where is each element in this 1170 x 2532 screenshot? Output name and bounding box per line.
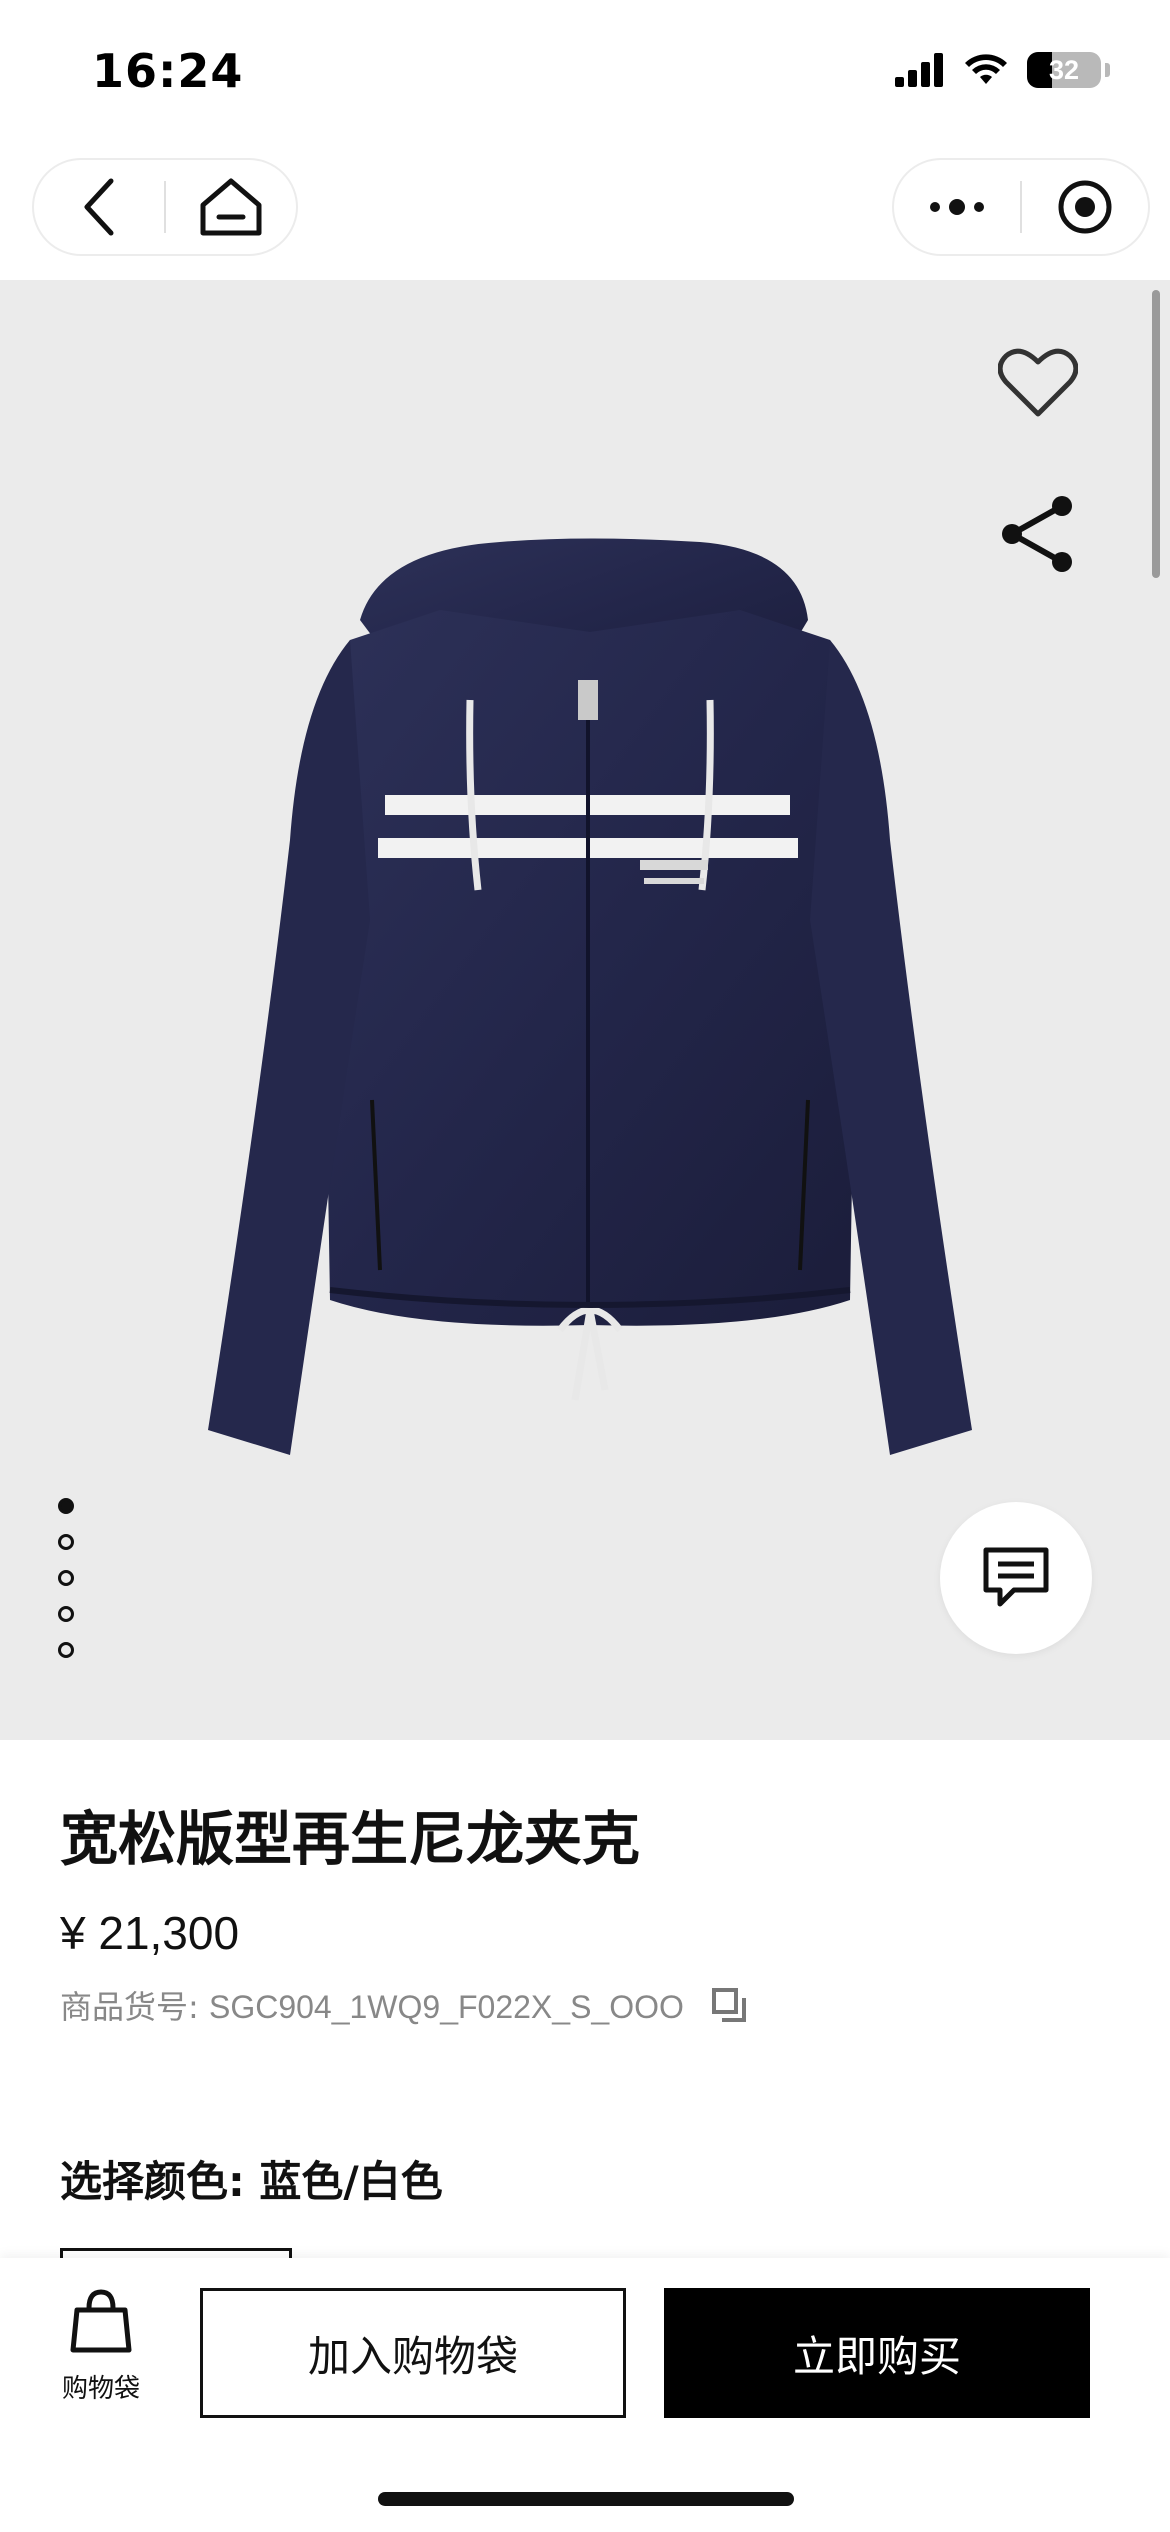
signal-icon: [895, 53, 943, 87]
product-image-carousel[interactable]: [0, 280, 1170, 1740]
customer-service-button[interactable]: [940, 1502, 1092, 1654]
status-icons: 32: [895, 52, 1110, 88]
sku-value: SGC904_1WQ9_F022X_S_OOO: [208, 1989, 684, 2025]
buy-now-button[interactable]: 立即购买: [664, 2288, 1090, 2418]
carousel-dot[interactable]: [58, 1534, 74, 1550]
home-indicator[interactable]: [378, 2492, 794, 2506]
status-time: 16:24: [92, 44, 244, 98]
carousel-dots: [58, 1498, 74, 1658]
home-icon: [200, 178, 262, 236]
sku-row: 商品货号: SGC904_1WQ9_F022X_S_OOO: [60, 1982, 746, 2028]
more-button[interactable]: [894, 160, 1020, 254]
shopping-bag-icon: [70, 2289, 132, 2353]
battery-level: 32: [1048, 54, 1080, 85]
carousel-dot[interactable]: [58, 1498, 74, 1514]
nav-capsule-right: [892, 158, 1150, 256]
shopping-bag-tab[interactable]: 购物袋: [46, 2288, 156, 2405]
image-scrollbar: [1152, 290, 1160, 578]
sku-text: 商品货号: SGC904_1WQ9_F022X_S_OOO: [60, 1982, 684, 2028]
shopping-bag-label: 购物袋: [61, 2374, 140, 2404]
target-icon: [1058, 180, 1112, 234]
add-to-bag-button[interactable]: 加入购物袋: [200, 2288, 626, 2418]
more-dots-icon: [930, 199, 984, 215]
product-price: ¥ 21,300: [60, 1907, 240, 1959]
close-miniprogram-button[interactable]: [1022, 160, 1148, 254]
color-selector-label: 选择颜色: 蓝色/白色: [60, 2148, 443, 2209]
carousel-dot[interactable]: [58, 1606, 74, 1622]
favorite-button[interactable]: [986, 330, 1090, 434]
battery-icon: 32: [1027, 52, 1101, 88]
product-title: 宽松版型再生尼龙夹克: [60, 1805, 641, 1873]
color-label: 选择颜色:: [60, 2157, 245, 2206]
copy-icon[interactable]: [711, 1988, 746, 2022]
wifi-icon: [965, 54, 1007, 84]
back-button[interactable]: [34, 160, 164, 254]
color-value: 蓝色/白色: [259, 2157, 443, 2206]
share-button[interactable]: [986, 482, 1090, 586]
heart-icon: [998, 348, 1078, 417]
nav-capsule-left: [32, 158, 298, 256]
home-button[interactable]: [166, 160, 296, 254]
sku-label: 商品货号:: [60, 1988, 199, 2026]
carousel-dot[interactable]: [58, 1642, 74, 1658]
share-icon: [1002, 496, 1072, 572]
bottom-action-bar: 购物袋 加入购物袋 立即购买: [0, 2258, 1170, 2532]
back-arrow-icon: [84, 178, 114, 236]
carousel-dot[interactable]: [58, 1570, 74, 1586]
chat-bubble-icon: [983, 1547, 1049, 1607]
status-bar: 16:24 32: [0, 0, 1170, 150]
